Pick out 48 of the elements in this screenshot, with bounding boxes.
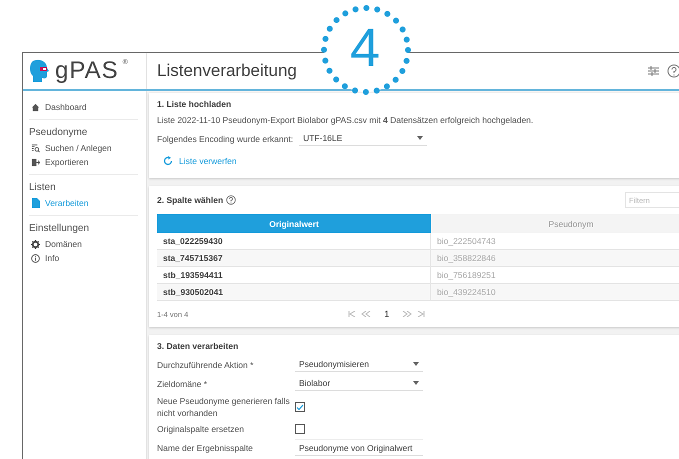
sidebar-heading: Listen [29, 182, 57, 193]
sliders-icon[interactable] [648, 66, 659, 76]
caret-icon [413, 362, 419, 366]
table-cell: stb_193594411 [157, 267, 431, 284]
page-title: Listenverarbeitung [157, 61, 297, 81]
info-icon [31, 254, 40, 262]
sidebar-item[interactable]: Info [29, 251, 138, 265]
table-cell: stb_930502041 [157, 284, 431, 301]
caret-icon [417, 136, 424, 140]
sidebar-heading: Einstellungen [29, 223, 90, 234]
section-title: 3. Daten verarbeiten [157, 341, 240, 351]
table-cell: bio_439224510 [431, 284, 679, 301]
encoding-select[interactable]: UTF-16LE [299, 131, 428, 146]
upload-message: Liste 2022-11-10 Pseudonym-Export Biolabor gPAS.csv mit 4 Datensätzen erfolgreich hochgeladen. [157, 115, 534, 125]
search-list-icon [31, 144, 40, 152]
select-field[interactable]: Biolabor [295, 376, 423, 391]
field-label: Neue Pseudonyme generieren falls nicht vorhanden [157, 395, 291, 419]
file-icon [31, 198, 40, 208]
home-icon [31, 102, 40, 112]
input-field[interactable]: Pseudonyme von Originalwert [295, 439, 423, 456]
refresh-icon [163, 156, 173, 166]
table-cell: sta_745715367 [157, 250, 431, 267]
checkbox[interactable] [295, 402, 305, 412]
sidebar-item[interactable]: Suchen / Anlegen [29, 141, 138, 155]
head-logo-icon [29, 59, 51, 83]
field-label: Name der Ergebnisspalte [157, 442, 254, 454]
select-field[interactable]: Pseudonymisieren [295, 357, 423, 372]
sidebar-item[interactable]: Domänen [29, 237, 138, 251]
export-icon [31, 158, 40, 166]
section-title: 1. Liste hochladen [157, 99, 232, 109]
logo-text: gPAS [55, 57, 119, 85]
section-title: 2. Spalte wählen [157, 195, 236, 205]
page-number[interactable]: 1 [384, 309, 390, 319]
sidebar-item[interactable]: Dashboard [29, 100, 138, 114]
caret-icon [413, 381, 419, 385]
help-icon[interactable] [226, 195, 236, 205]
sidebar-heading: Pseudonyme [29, 127, 88, 138]
field-label: Durchzuführende Aktion * [157, 358, 254, 370]
sidebar-item[interactable]: Exportieren [29, 155, 138, 169]
table-cell: bio_358822846 [431, 250, 679, 267]
encoding-label: Folgendes Encoding wurde erkannt: [157, 134, 294, 144]
field-label: Zieldomäne * [157, 378, 208, 390]
settings-icon [31, 240, 40, 248]
help-icon[interactable] [667, 64, 679, 78]
checkbox[interactable] [295, 424, 305, 434]
step-number: 4 [350, 18, 380, 78]
table-cell: sta_022259430 [157, 233, 431, 250]
field-label: Originalspalte ersetzen [157, 423, 245, 435]
